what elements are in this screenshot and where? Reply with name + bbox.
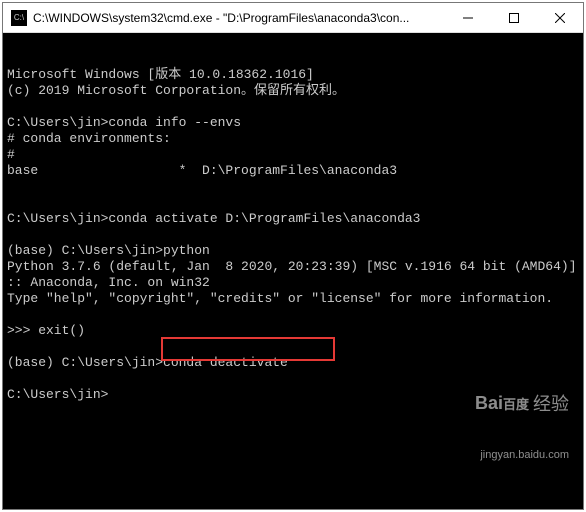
titlebar[interactable]: C:\ C:\WINDOWS\system32\cmd.exe - "D:\Pr… xyxy=(3,3,583,33)
close-icon xyxy=(555,13,565,23)
maximize-button[interactable] xyxy=(491,3,537,32)
terminal-line: (base) C:\Users\jin>python xyxy=(7,243,579,259)
terminal-line xyxy=(7,371,579,387)
terminal-line: Microsoft Windows [版本 10.0.18362.1016] xyxy=(7,67,579,83)
minimize-icon xyxy=(463,13,473,23)
terminal-line: >>> exit() xyxy=(7,323,579,339)
terminal-line xyxy=(7,307,579,323)
window-title: C:\WINDOWS\system32\cmd.exe - "D:\Progra… xyxy=(33,11,445,25)
terminal-line: (base) C:\Users\jin>conda deactivate xyxy=(7,355,579,371)
terminal-line xyxy=(7,195,579,211)
terminal-line: (c) 2019 Microsoft Corporation。保留所有权利。 xyxy=(7,83,579,99)
terminal-line xyxy=(7,339,579,355)
terminal-line xyxy=(7,179,579,195)
terminal-line: # xyxy=(7,147,579,163)
terminal-line: C:\Users\jin>conda info --envs xyxy=(7,115,579,131)
window-controls xyxy=(445,3,583,32)
close-button[interactable] xyxy=(537,3,583,32)
cmd-window: C:\ C:\WINDOWS\system32\cmd.exe - "D:\Pr… xyxy=(2,2,584,510)
minimize-button[interactable] xyxy=(445,3,491,32)
terminal-line: # conda environments: xyxy=(7,131,579,147)
terminal-output[interactable]: Microsoft Windows [版本 10.0.18362.1016](c… xyxy=(3,33,583,509)
terminal-line: C:\Users\jin>conda activate D:\ProgramFi… xyxy=(7,211,579,227)
terminal-line: Type "help", "copyright", "credits" or "… xyxy=(7,291,579,307)
terminal-line: base * D:\ProgramFiles\anaconda3 xyxy=(7,163,579,179)
terminal-line: Python 3.7.6 (default, Jan 8 2020, 20:23… xyxy=(7,259,579,291)
terminal-line xyxy=(7,99,579,115)
cmd-icon: C:\ xyxy=(11,10,27,26)
watermark-url: jingyan.baidu.com xyxy=(475,447,569,463)
terminal-line xyxy=(7,227,579,243)
terminal-line: C:\Users\jin> xyxy=(7,387,579,403)
maximize-icon xyxy=(509,13,519,23)
